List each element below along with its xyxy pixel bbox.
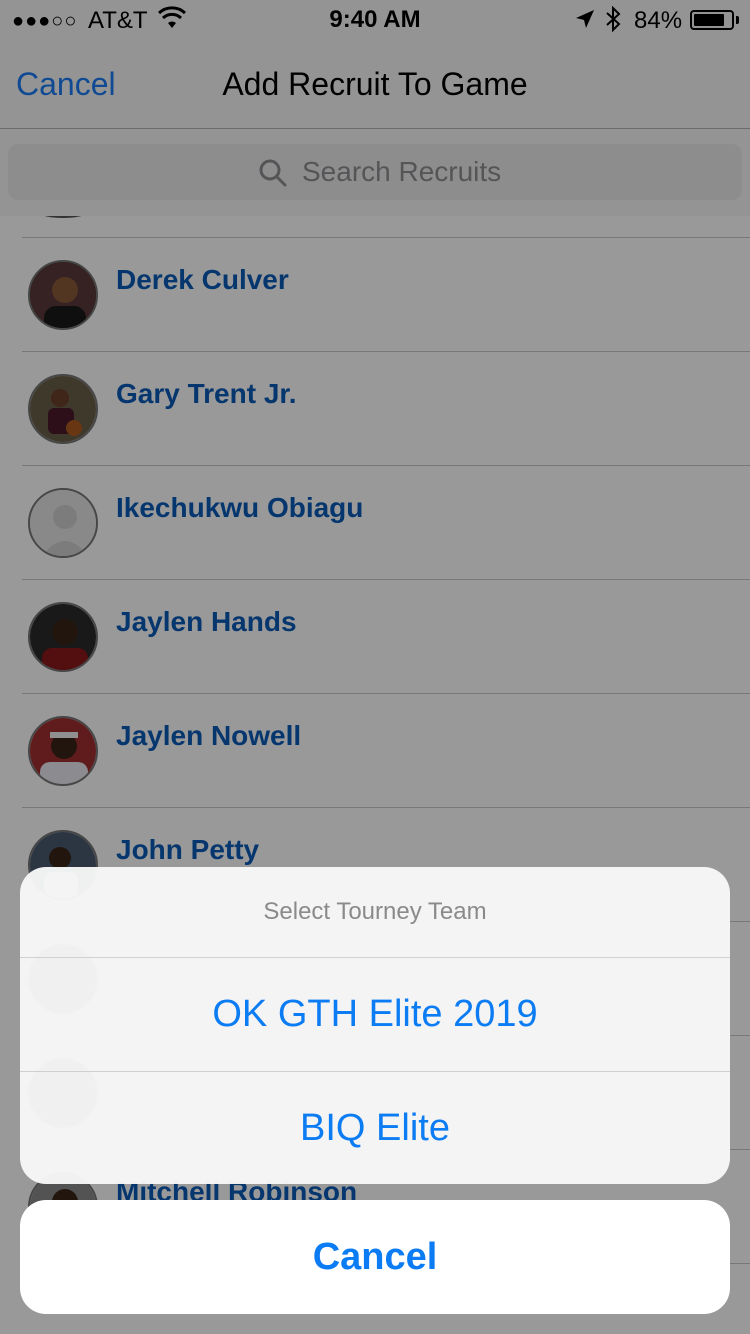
action-sheet: Select Tourney Team OK GTH Elite 2019 BI… [20, 867, 730, 1184]
action-sheet-title: Select Tourney Team [20, 867, 730, 958]
option-ok-gth-elite-2019[interactable]: OK GTH Elite 2019 [20, 958, 730, 1072]
option-biq-elite[interactable]: BIQ Elite [20, 1072, 730, 1184]
action-sheet-cancel-button[interactable]: Cancel [20, 1200, 730, 1314]
screen: ●●●○○ AT&T 9:40 AM 84% Cancel Add Recrui… [0, 0, 750, 1334]
